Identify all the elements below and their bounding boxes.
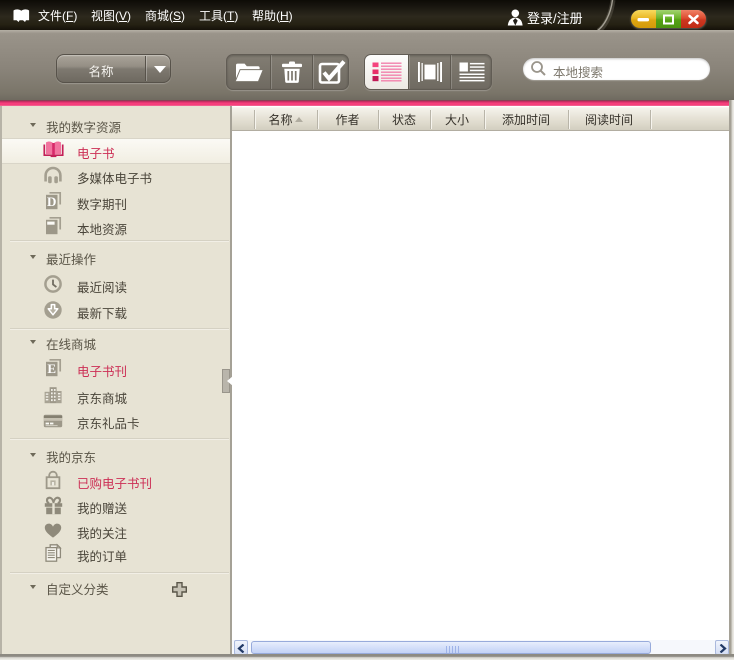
svg-text:D: D [47, 194, 56, 209]
svg-text:E: E [47, 361, 56, 376]
